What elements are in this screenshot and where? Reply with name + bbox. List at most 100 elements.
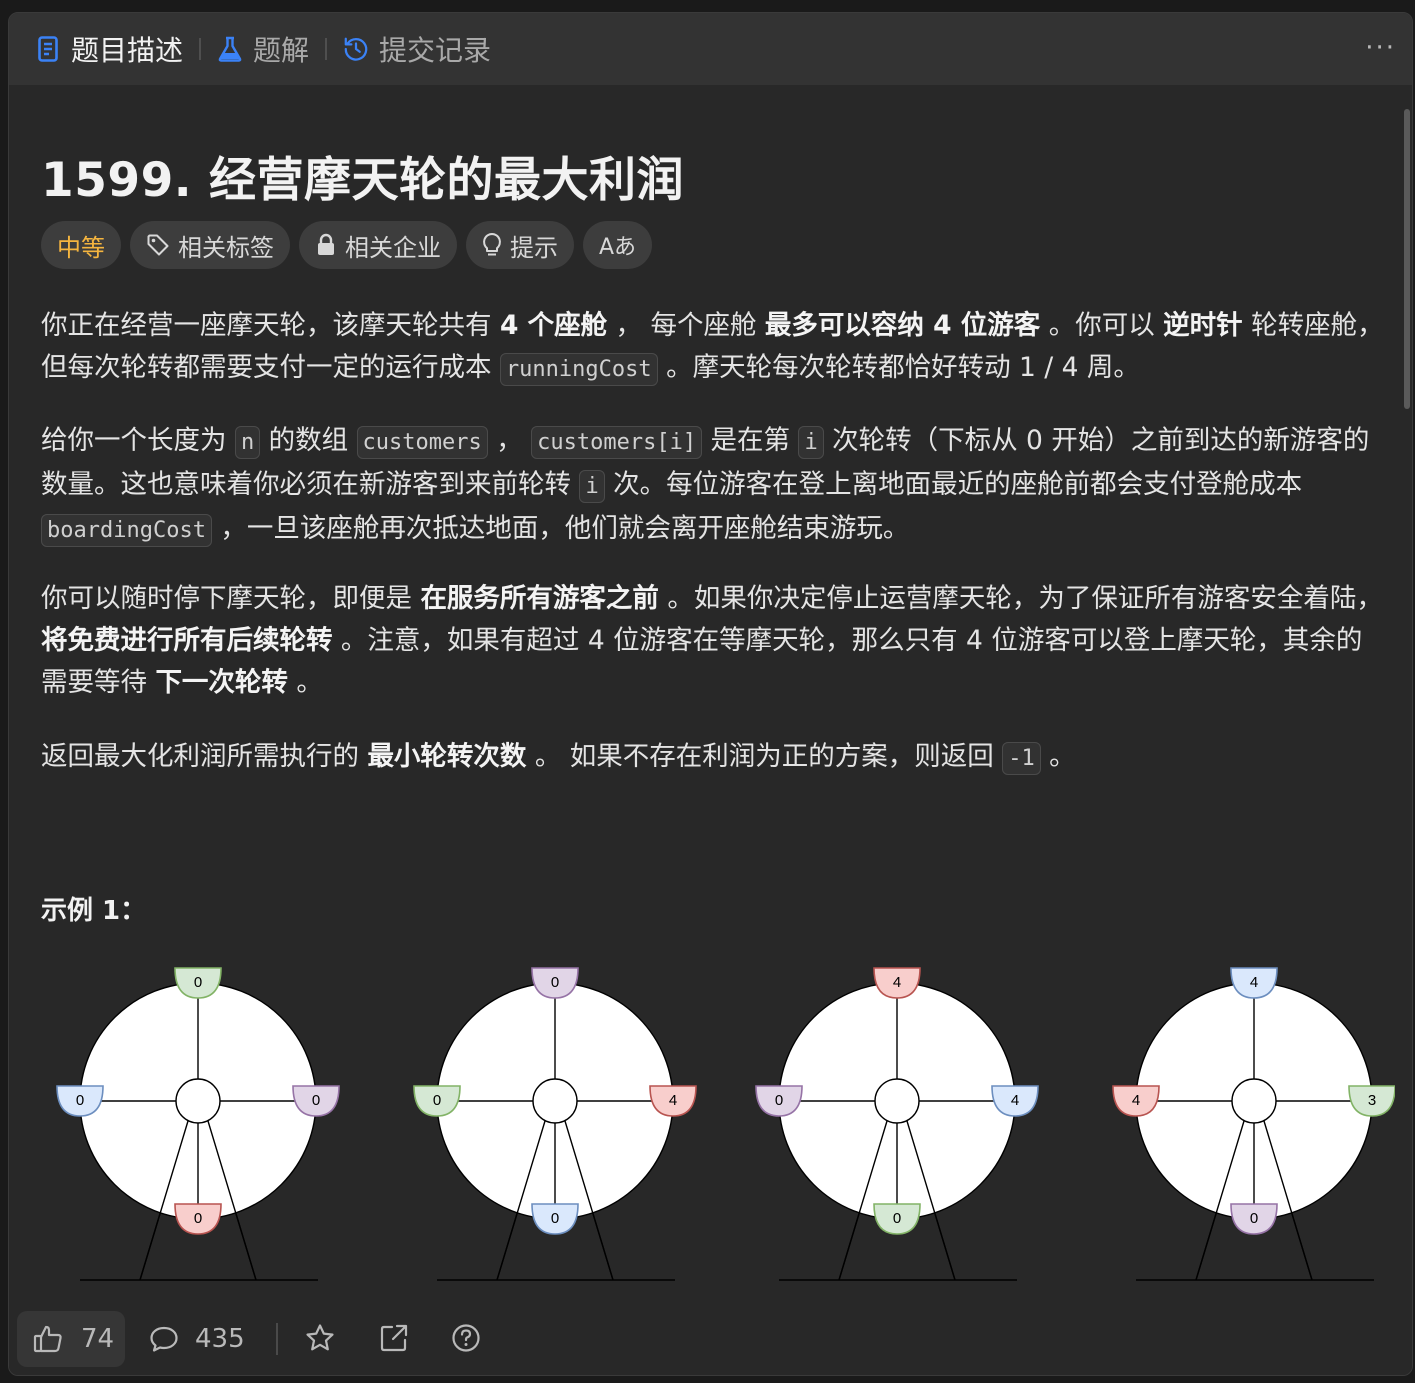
text: 。 如果不存在利润为正的方案，则返回	[526, 741, 1003, 772]
tab-submissions[interactable]: 提交记录	[343, 29, 491, 69]
inline-code: i	[798, 426, 824, 459]
hints-button[interactable]: 提示	[466, 221, 574, 269]
related-companies-button[interactable]: 相关企业	[299, 221, 457, 269]
text: 。摩天轮每次轮转都恰好转动 1 / 4 周。	[657, 352, 1140, 383]
text: ，一旦该座舱再次抵达地面，他们就会离开座舱结束游玩。	[211, 513, 910, 544]
comment-icon	[149, 1325, 179, 1353]
text: 。你可以	[1040, 310, 1164, 341]
font-size-button[interactable]: Aあ	[583, 221, 653, 269]
tab-divider	[325, 38, 328, 60]
wheel-hub	[175, 1078, 221, 1124]
translate-icon: Aあ	[599, 235, 637, 260]
difficulty-label: 中等	[57, 233, 105, 262]
lightbulb-icon	[482, 232, 502, 258]
gondola-passenger-count: 3	[1368, 1092, 1376, 1109]
tab-divider	[199, 38, 202, 60]
gondola-passenger-count: 0	[312, 1092, 320, 1109]
comment-count: 435	[195, 1324, 245, 1354]
text: 。	[287, 667, 323, 698]
toolbar-divider	[276, 1323, 278, 1355]
inline-code: -1	[1002, 742, 1041, 775]
bold-text: 逆时针	[1163, 310, 1243, 341]
help-button[interactable]	[451, 1323, 481, 1353]
tab-solutions-label: 题解	[253, 34, 310, 67]
bold-text: 4 个座舱	[499, 310, 608, 341]
question-circle-icon	[451, 1323, 481, 1353]
share-icon	[379, 1323, 409, 1353]
ferris-wheel: 0 0 0 0	[56, 967, 340, 1281]
page-title: 1599. 经营摩天轮的最大利润	[41, 153, 685, 208]
text: 给你一个长度为	[41, 425, 235, 456]
description-paragraph: 你正在经营一座摩天轮，该摩天轮共有 4 个座舱 ， 每个座舱 最多可以容纳 4 …	[41, 305, 1387, 391]
bottom-toolbar: 74 435	[9, 1295, 1412, 1375]
gondola-passenger-count: 0	[194, 1210, 202, 1227]
bold-text: 最小轮转次数	[367, 741, 527, 772]
related-tags-label: 相关标签	[178, 233, 274, 262]
hints-label: 提示	[510, 233, 558, 262]
like-count: 74	[81, 1324, 115, 1354]
wheel-hub	[874, 1078, 920, 1124]
inline-code: n	[234, 426, 261, 459]
text: 返回最大化利润所需执行的	[41, 741, 368, 772]
tab-submissions-label: 提交记录	[379, 34, 492, 67]
text: ，	[487, 425, 532, 456]
scrollbar[interactable]	[1404, 109, 1410, 409]
gondola-passenger-count: 4	[669, 1092, 677, 1109]
problem-panel: 题目描述 题解 提交记录 ··· 1599. 经营摩天轮的最大利润 中等 相关标…	[8, 12, 1413, 1376]
inline-code: boardingCost	[41, 514, 212, 547]
tab-description-label: 题目描述	[71, 34, 184, 67]
inline-code: runningCost	[499, 353, 658, 386]
text: 你可以随时停下摩天轮，即便是	[41, 583, 421, 614]
inline-code: customers[i]	[531, 426, 703, 459]
gondola-passenger-count: 4	[1250, 974, 1258, 991]
flask-icon	[217, 34, 243, 64]
share-button[interactable]	[379, 1323, 409, 1353]
bold-text: 在服务所有游客之前	[420, 583, 659, 614]
bold-text: 最多可以容纳 4 位游客	[764, 310, 1041, 341]
inline-code: i	[579, 470, 605, 503]
star-icon	[305, 1323, 335, 1353]
tab-description[interactable]: 题目描述	[35, 29, 183, 69]
description-paragraph: 返回最大化利润所需执行的 最小轮转次数 。 如果不存在利润为正的方案，则返回 -…	[41, 736, 1387, 780]
gondola-passenger-count: 4	[1011, 1092, 1019, 1109]
example-heading: 示例 1：	[41, 896, 147, 926]
ferris-wheel-diagram: 0 0 0 0 0 4 0 0 4 4 0 0 4 3 0 4	[56, 967, 1395, 1281]
ferris-wheel: 0 4 0 0	[413, 967, 697, 1281]
gondola-passenger-count: 0	[194, 974, 202, 991]
comments-button[interactable]: 435	[149, 1311, 245, 1367]
thumbs-up-icon	[33, 1324, 63, 1354]
tab-bar: 题目描述 题解 提交记录 ···	[9, 13, 1412, 85]
text: 。	[1040, 741, 1076, 772]
like-button[interactable]: 74	[17, 1311, 125, 1367]
text: ， 每个座舱	[607, 310, 765, 341]
history-icon	[343, 34, 369, 64]
text: 你正在经营一座摩天轮，该摩天轮共有	[41, 310, 500, 341]
more-options-button[interactable]: ···	[1365, 35, 1396, 61]
lock-icon	[315, 233, 337, 257]
inline-code: customers	[356, 426, 488, 459]
gondola-passenger-count: 4	[1132, 1092, 1140, 1109]
problem-content[interactable]: 1599. 经营摩天轮的最大利润 中等 相关标签 相关企业 提示 Aあ 你正在经…	[9, 85, 1412, 1295]
tab-solutions[interactable]: 题解	[217, 29, 309, 69]
text: 。如果你决定停止运营摩天轮，为了保证所有游客安全着陆，	[658, 583, 1383, 614]
text: 次。每位游客在登上离地面最近的座舱前都会支付登舱成本	[604, 469, 1303, 500]
bold-text: 将免费进行所有后续轮转	[41, 625, 333, 656]
related-tags-button[interactable]: 相关标签	[130, 221, 290, 269]
gondola-passenger-count: 0	[775, 1092, 783, 1109]
gondola-passenger-count: 0	[433, 1092, 441, 1109]
tag-icon	[146, 233, 170, 257]
favorite-button[interactable]	[305, 1323, 335, 1353]
ferris-wheel: 4 3 0 4	[1112, 967, 1395, 1281]
description-paragraph: 你可以随时停下摩天轮，即便是 在服务所有游客之前 。如果你决定停止运营摩天轮，为…	[41, 578, 1387, 704]
description-paragraph: 给你一个长度为 n 的数组 customers ， customers[i] 是…	[41, 420, 1387, 552]
difficulty-badge: 中等	[41, 221, 121, 269]
related-companies-label: 相关企业	[345, 233, 441, 262]
gondola-passenger-count: 0	[1250, 1210, 1258, 1227]
wheel-hub	[1231, 1078, 1277, 1124]
description-icon	[35, 34, 61, 64]
bold-text: 下一次轮转	[155, 667, 288, 698]
tag-row: 中等 相关标签 相关企业 提示 Aあ	[41, 221, 653, 269]
text: 的数组	[260, 425, 357, 456]
gondola-passenger-count: 4	[893, 974, 901, 991]
gondola-passenger-count: 0	[551, 974, 559, 991]
